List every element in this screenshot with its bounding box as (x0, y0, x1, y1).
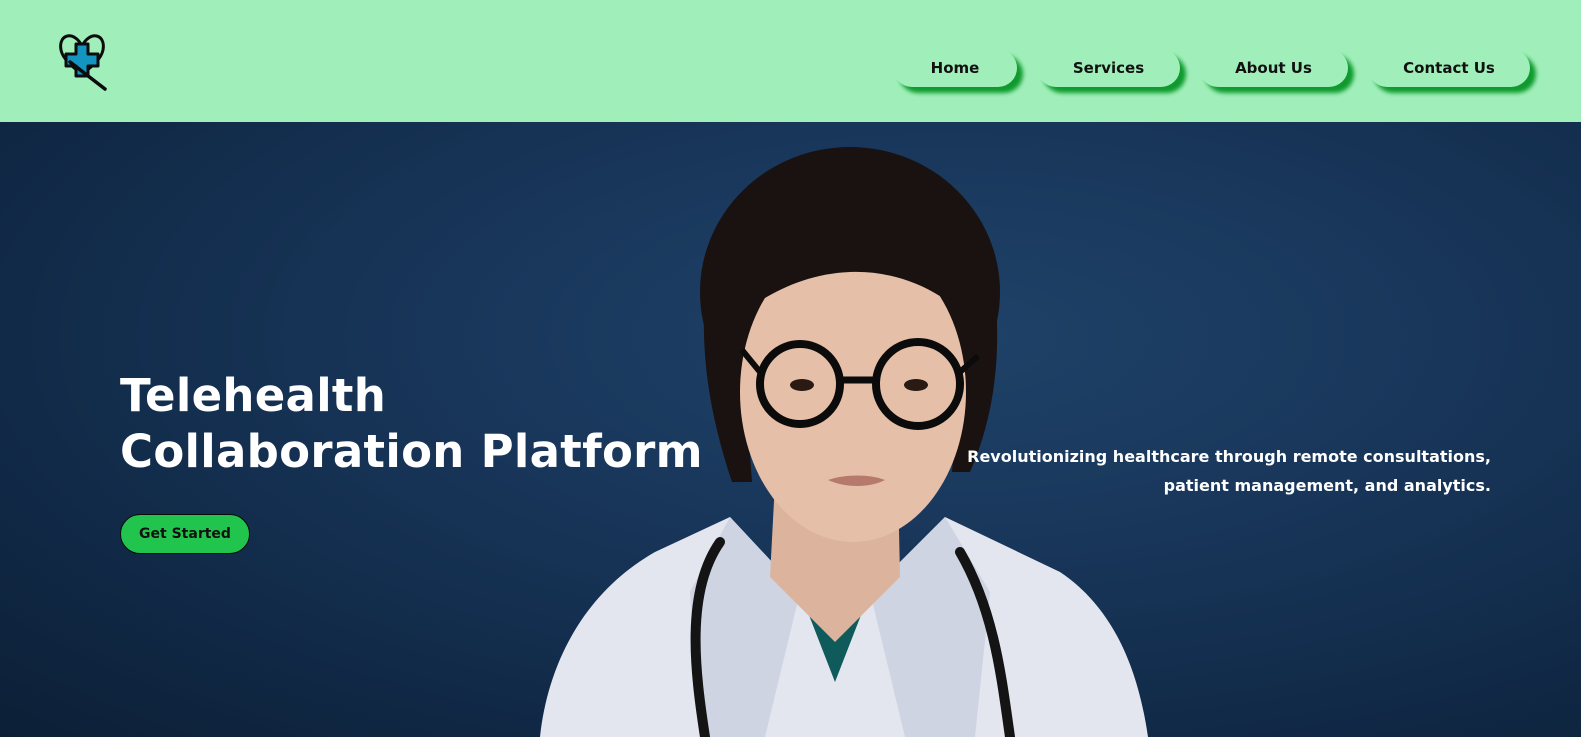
nav-home-label: Home (930, 59, 980, 77)
heart-medical-cross-icon[interactable] (56, 24, 112, 92)
get-started-button[interactable]: Get Started (120, 514, 250, 554)
hero-title: Telehealth Collaboration Platform (120, 369, 703, 478)
nav-home-button[interactable]: Home (893, 49, 1017, 87)
nav-contact-us-label: Contact Us (1403, 59, 1495, 77)
site-header: Home Services About Us Contact Us (0, 0, 1581, 122)
get-started-label: Get Started (139, 526, 231, 542)
nav-about-us-button[interactable]: About Us (1199, 49, 1348, 87)
nav-services-button[interactable]: Services (1037, 49, 1180, 87)
nav-contact-us-button[interactable]: Contact Us (1368, 49, 1530, 87)
hero-section: Telehealth Collaboration Platform Get St… (0, 122, 1581, 737)
nav-about-us-label: About Us (1235, 59, 1312, 77)
hero-tagline: Revolutionizing healthcare through remot… (967, 447, 1491, 495)
nav-services-label: Services (1072, 59, 1145, 77)
